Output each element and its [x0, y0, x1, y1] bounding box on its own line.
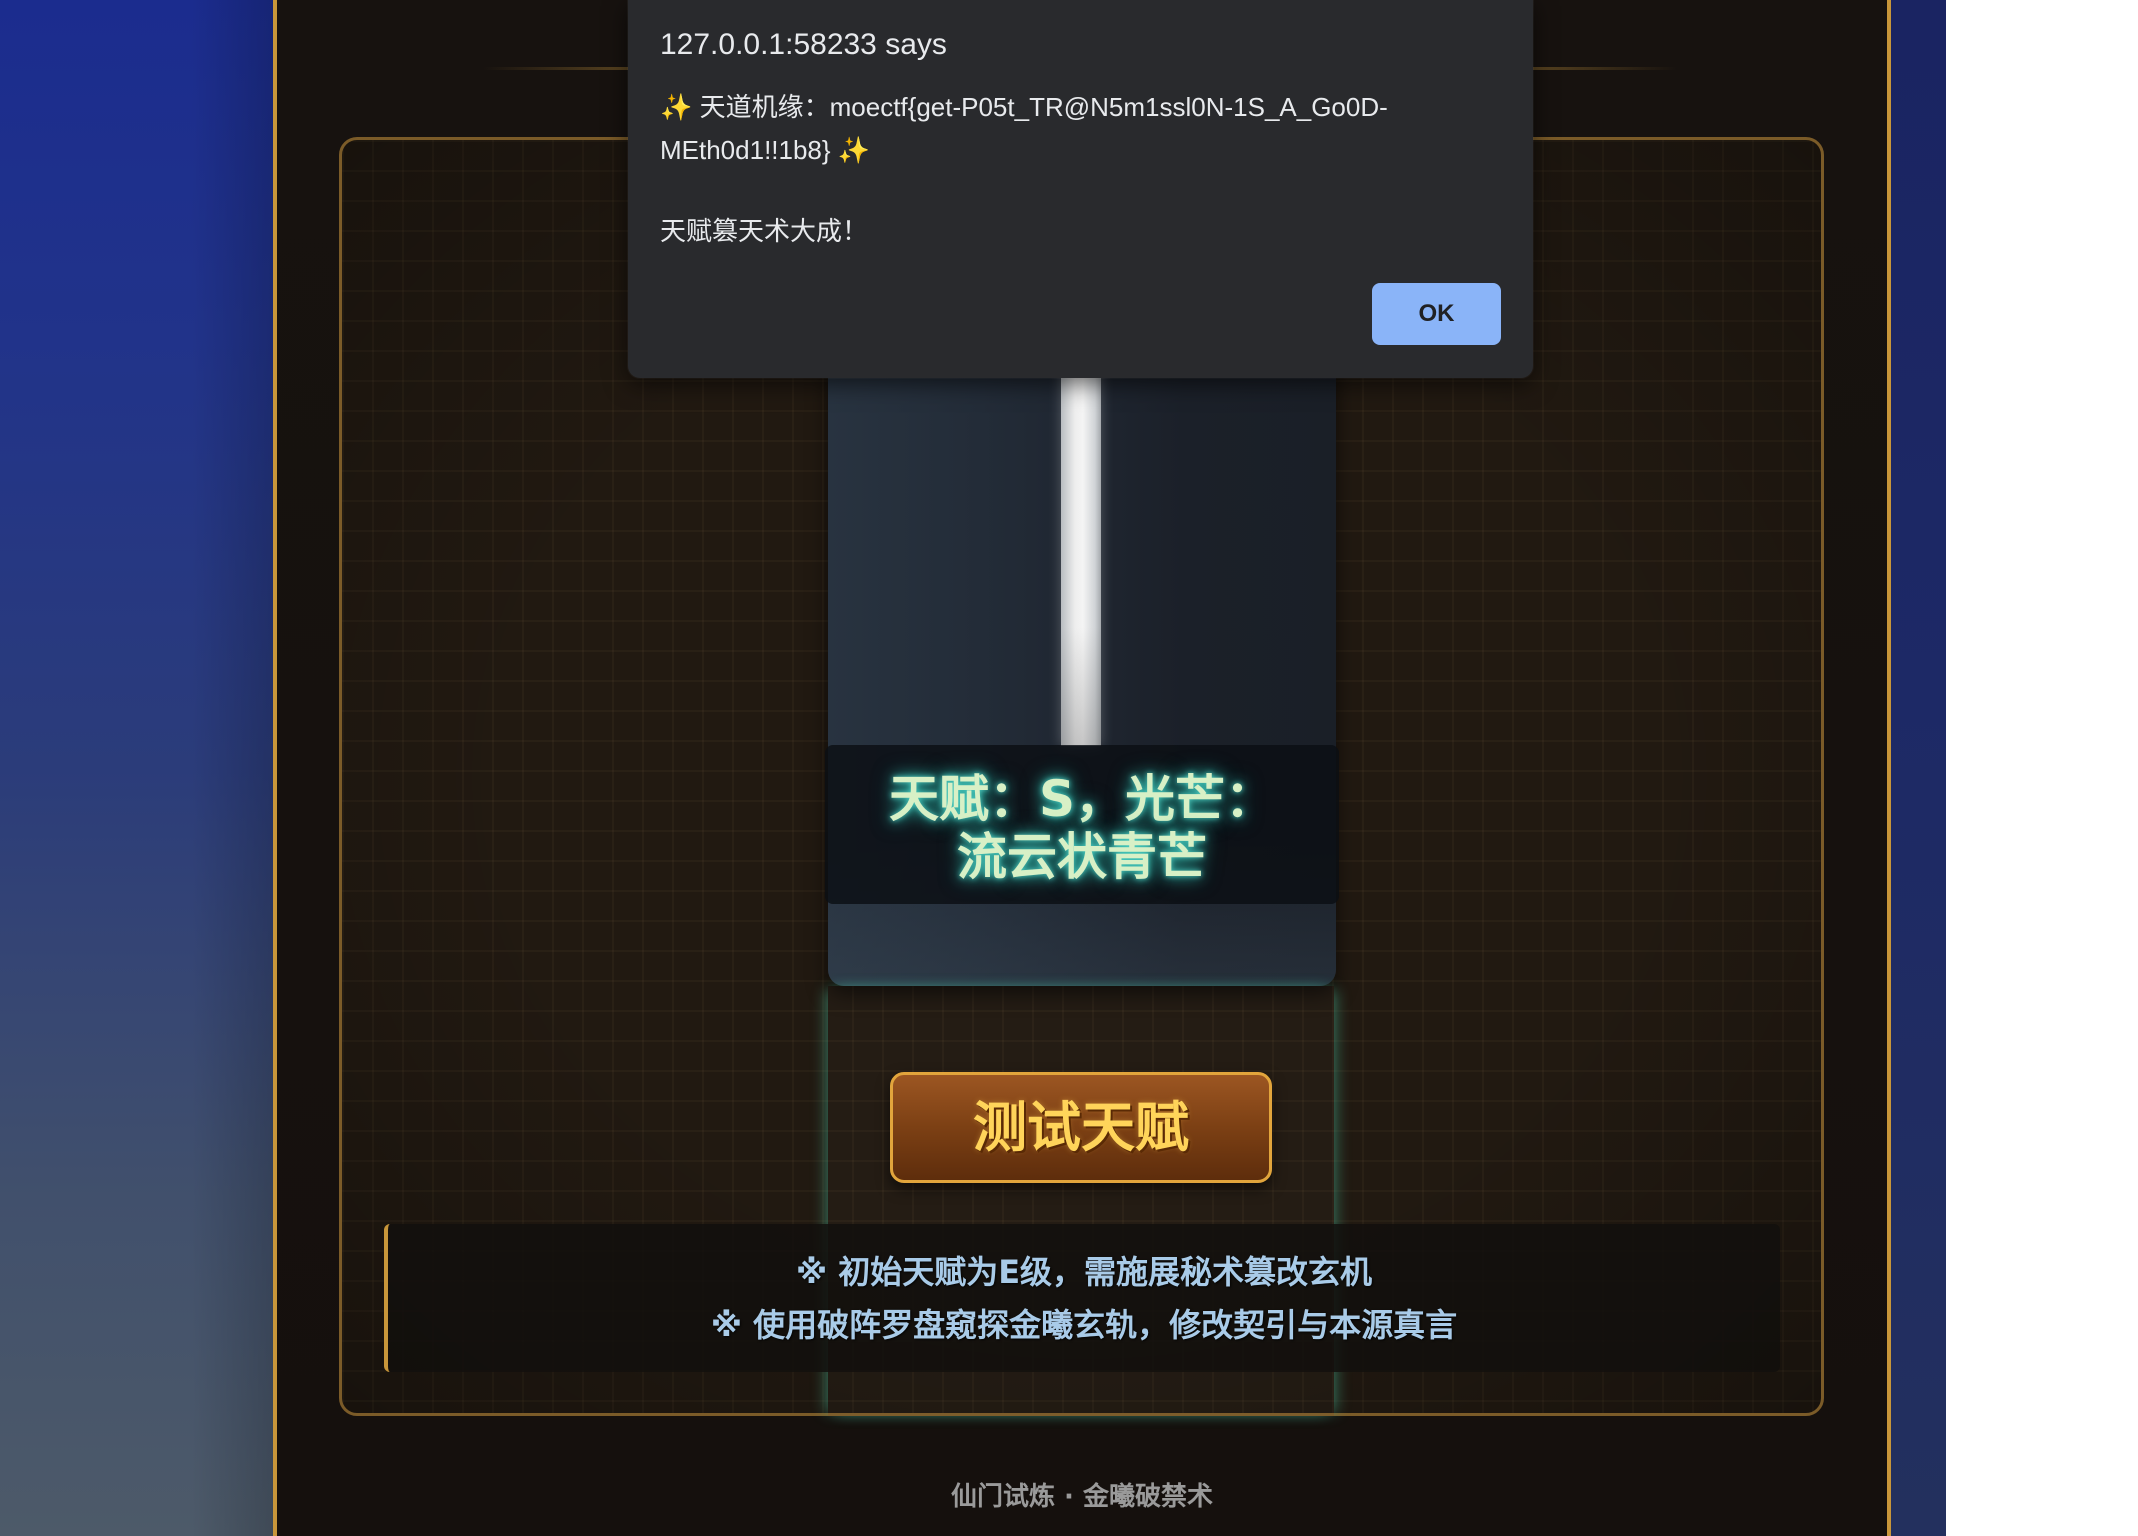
hint-box: ※ 初始天赋为E级，需施展秘术篡改玄机 ※ 使用破阵罗盘窥探金曦玄轨，修改契引与… [384, 1224, 1780, 1372]
page-background-left [0, 0, 273, 1536]
hint-line: ※ 使用破阵罗盘窥探金曦玄轨，修改契引与本源真言 [710, 1306, 1458, 1344]
alert-dialog: 127.0.0.1:58233 says ✨ 天道机缘：moectf{get-P… [628, 0, 1533, 378]
dialog-message-line-2: MEth0d1!!1b8} ✨ [660, 131, 870, 169]
dialog-message-line-1: ✨ 天道机缘：moectf{get-P05t_TR@N5m1ssl0N-1S_A… [660, 88, 1388, 126]
dialog-title: 127.0.0.1:58233 says [660, 28, 947, 61]
test-talent-button[interactable]: 测试天赋 [890, 1072, 1272, 1183]
sparkles-icon: ✨ [837, 135, 871, 165]
dialog-message-text: 天道机缘：moectf{get-P05t_TR@N5m1ssl0N-1S_A_G… [699, 92, 1388, 122]
talent-readout-line-1: 天赋：S，光芒： [888, 770, 1275, 828]
talent-readout: 天赋：S，光芒： 流云状青芒 [825, 745, 1339, 904]
dialog-message-line-3: 天赋篡天术大成！ [660, 216, 869, 246]
footer-text: 仙门试炼 · 金曦破禁术 [951, 1482, 1213, 1512]
talent-readout-line-2: 流云状青芒 [957, 828, 1207, 886]
dialog-ok-button[interactable]: OK [1372, 283, 1501, 345]
hint-line: ※ 初始天赋为E级，需施展秘术篡改玄机 [795, 1253, 1373, 1291]
sparkles-icon: ✨ [660, 92, 693, 122]
dialog-message-text: MEth0d1!!1b8} [660, 135, 831, 165]
page-background-right [1891, 0, 1946, 1536]
